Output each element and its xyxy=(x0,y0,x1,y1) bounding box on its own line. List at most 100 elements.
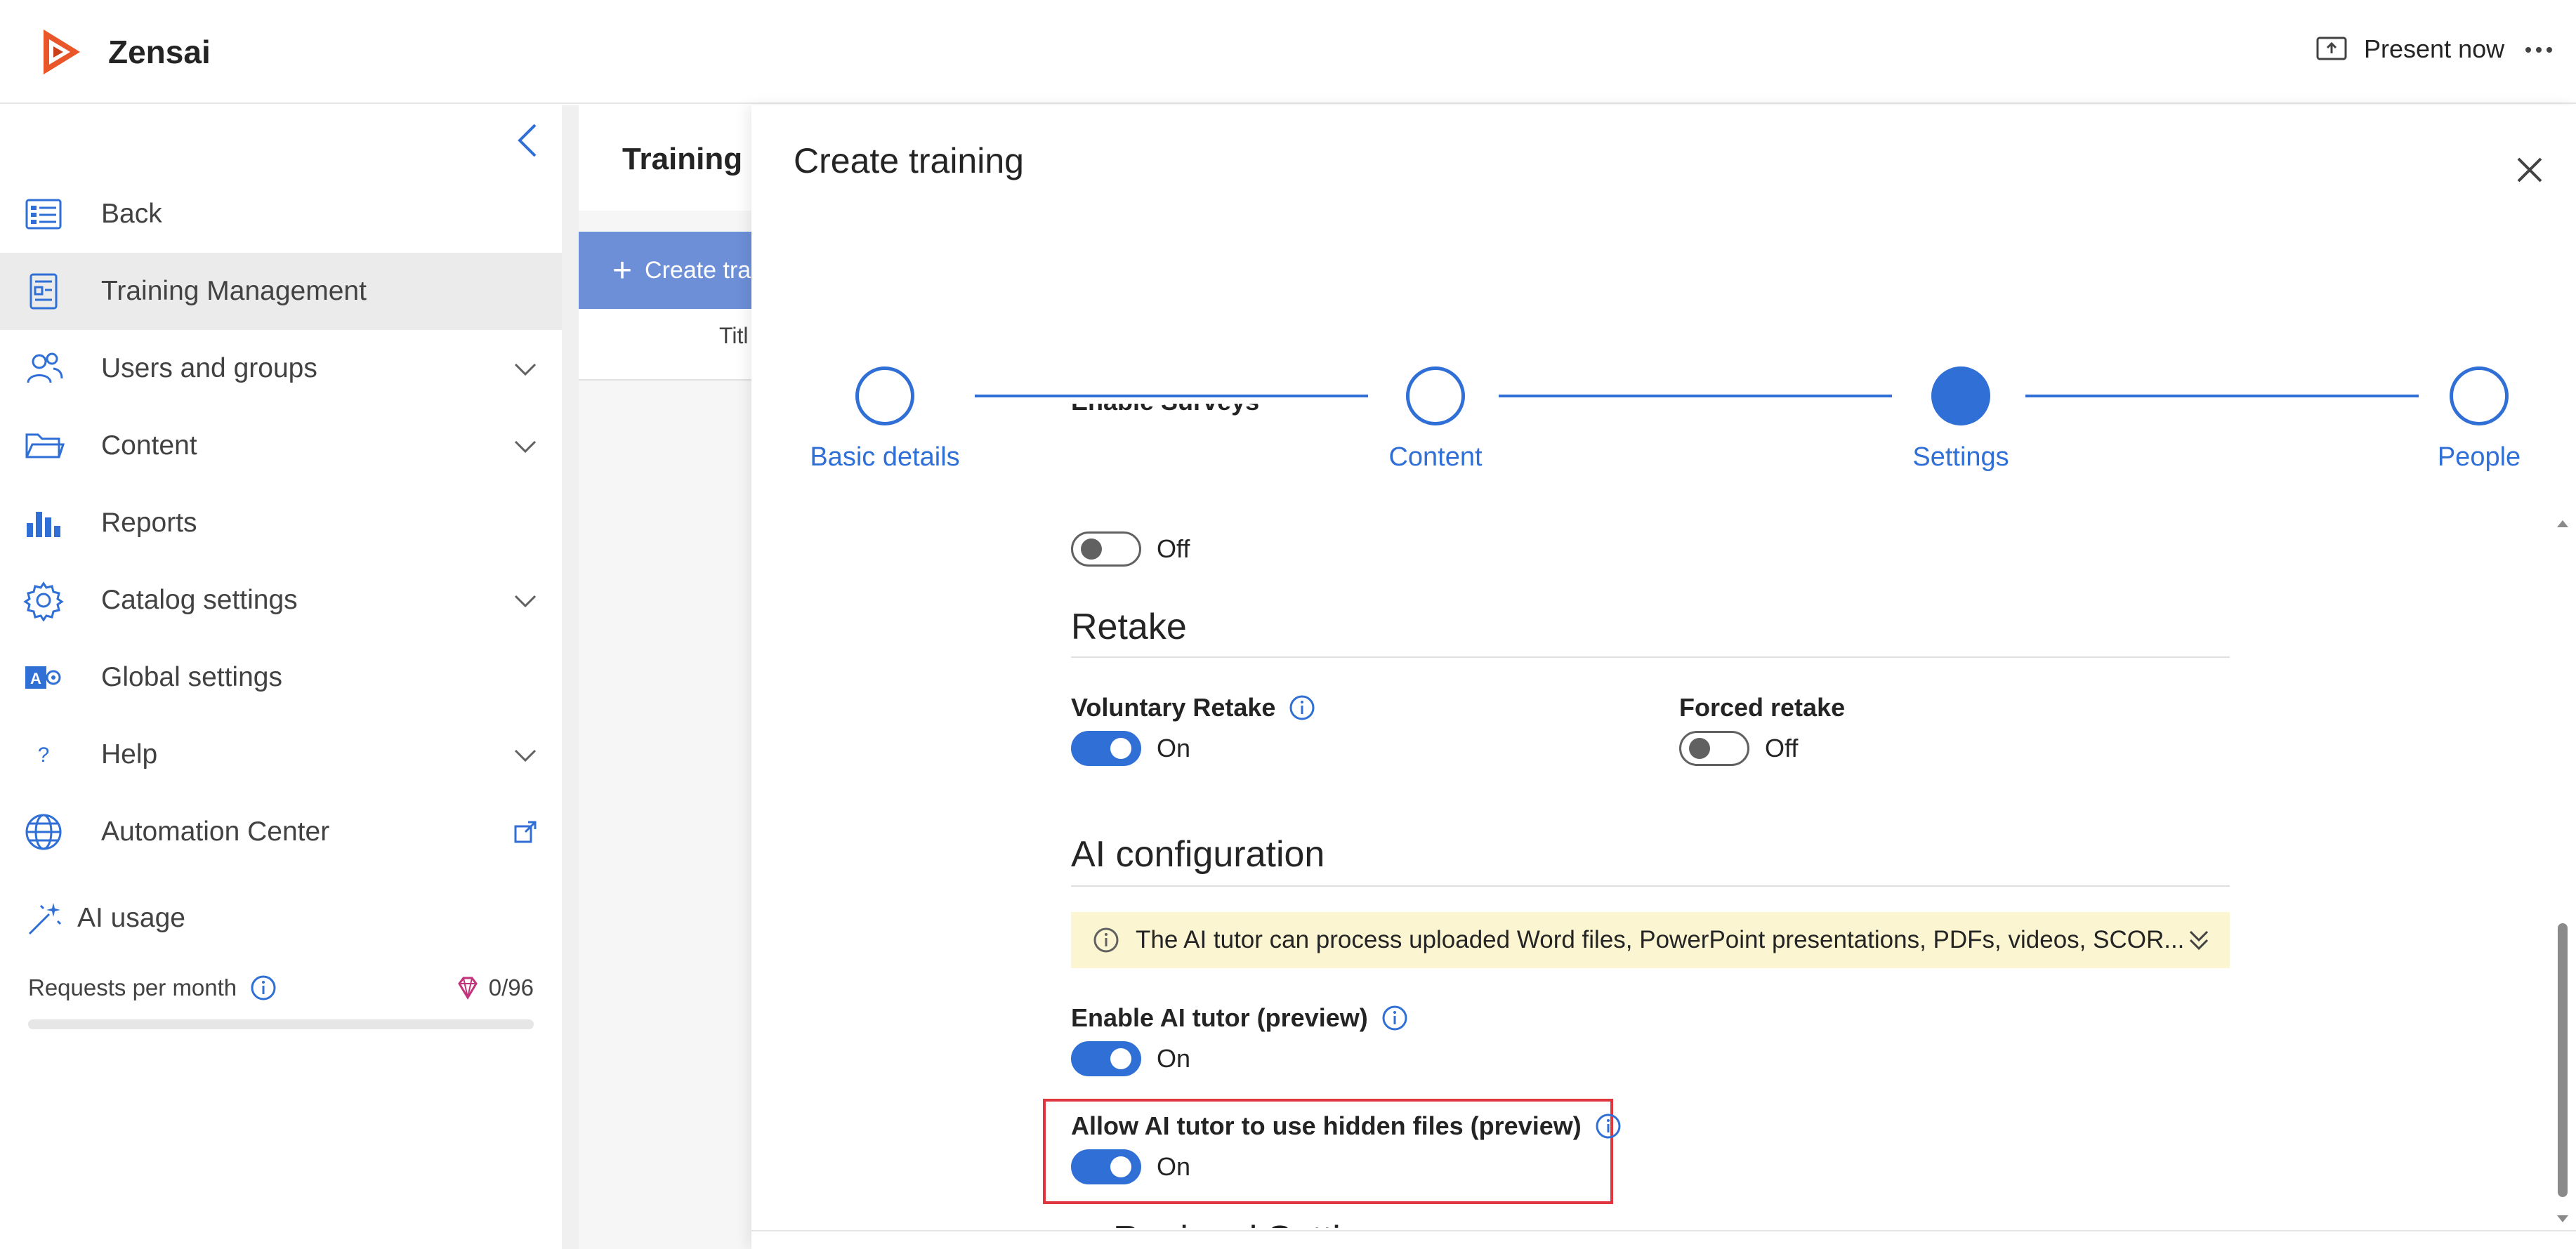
sidebar-item-label: Users and groups xyxy=(101,353,317,383)
sidebar-item-label: Global settings xyxy=(101,662,282,692)
forced-retake-toggle-row: Off xyxy=(1679,731,1798,766)
present-now-label: Present now xyxy=(2364,34,2505,63)
sidebar-item-label: Reports xyxy=(101,508,197,538)
hidden-files-toggle[interactable] xyxy=(1071,1149,1141,1184)
sidebar-item-help[interactable]: ? Help xyxy=(0,716,562,793)
present-now-button[interactable]: Present now xyxy=(2315,32,2504,66)
collapse-sidebar-icon[interactable] xyxy=(510,119,546,161)
chevron-down-icon[interactable] xyxy=(511,355,539,383)
enable-ai-tutor-toggle[interactable] xyxy=(1071,1041,1141,1076)
sidebar-item-label: Content xyxy=(101,430,197,461)
sidebar-item-label: Catalog settings xyxy=(101,585,298,615)
sidebar-item-label: Back xyxy=(101,199,162,229)
globe-icon xyxy=(25,814,62,850)
sidebar-item-label: Automation Center xyxy=(101,817,330,847)
sidebar: Back Training Management Users and group… xyxy=(0,105,562,1249)
enable-ai-tutor-toggle-row: On xyxy=(1071,1041,1190,1076)
scroll-down-icon[interactable] xyxy=(2555,1211,2570,1227)
sidebar-item-back[interactable]: Back xyxy=(0,176,562,253)
voluntary-retake-label-text: Voluntary Retake xyxy=(1071,693,1276,722)
double-chevron-down-icon[interactable] xyxy=(2185,926,2213,954)
info-icon[interactable] xyxy=(1381,1004,1409,1032)
settings-scroll-area: Enable Surveys Off Retake Voluntary Reta… xyxy=(751,404,2549,1228)
document-icon xyxy=(29,273,58,310)
forced-retake-label: Forced retake xyxy=(1679,693,1846,722)
step-connector xyxy=(2025,395,2419,397)
dialog-footer-divider xyxy=(751,1230,2576,1231)
divider xyxy=(579,379,751,381)
hidden-files-state: On xyxy=(1157,1152,1191,1181)
top-bar: Zensai Present now xyxy=(0,0,2576,104)
external-link-icon xyxy=(514,821,537,843)
regional-settings-expander[interactable]: Regional Settings xyxy=(1071,1218,1400,1228)
folder-icon xyxy=(25,433,65,458)
toggle-knob xyxy=(1110,1048,1131,1069)
vertical-scrollbar[interactable] xyxy=(2549,404,2576,1228)
brand[interactable]: Zensai xyxy=(34,25,211,79)
sidebar-item-catalog-settings[interactable]: Catalog settings xyxy=(0,562,562,639)
present-icon xyxy=(2316,37,2347,60)
requests-label: Requests per month xyxy=(28,974,237,1000)
close-icon[interactable] xyxy=(2510,150,2549,190)
step-connector xyxy=(1499,395,1892,397)
enable-surveys-toggle[interactable] xyxy=(1071,531,1141,567)
stepper xyxy=(751,258,2576,371)
voluntary-retake-toggle-row: On xyxy=(1071,731,1190,766)
chevron-down-icon[interactable] xyxy=(511,586,539,614)
requests-value: 0/96 xyxy=(488,974,534,1000)
background-create-button[interactable]: + Create tra xyxy=(579,232,751,309)
sidebar-item-label: Training Management xyxy=(101,276,367,306)
ai-tutor-info-banner[interactable]: The AI tutor can process uploaded Word f… xyxy=(1071,912,2230,968)
info-icon[interactable] xyxy=(249,974,277,1002)
info-icon xyxy=(1093,927,1119,953)
background-page: Training I + Create tra Titl xyxy=(579,105,751,1249)
ai-usage-label: AI usage xyxy=(77,903,185,933)
chevron-down-icon[interactable] xyxy=(511,432,539,460)
dialog-title: Create training xyxy=(794,141,1024,180)
gem-icon xyxy=(457,977,478,1000)
enable-ai-tutor-label-text: Enable AI tutor (preview) xyxy=(1071,1003,1368,1032)
enable-surveys-state: Off xyxy=(1157,534,1190,563)
sidebar-divider xyxy=(562,105,579,1249)
scroll-up-icon[interactable] xyxy=(2555,516,2570,531)
voluntary-retake-toggle[interactable] xyxy=(1071,731,1141,766)
chevron-down-icon[interactable] xyxy=(511,741,539,769)
forced-retake-toggle[interactable] xyxy=(1679,731,1749,766)
sidebar-item-content[interactable]: Content xyxy=(0,407,562,484)
users-icon xyxy=(27,352,63,383)
divider xyxy=(1071,885,2230,887)
requests-progress-bar xyxy=(28,1019,534,1029)
info-icon[interactable] xyxy=(1594,1112,1622,1140)
sidebar-item-users-and-groups[interactable]: Users and groups xyxy=(0,330,562,407)
app-root: Zensai Present now Back Training Managem… xyxy=(0,0,2576,1249)
svg-text:?: ? xyxy=(38,744,50,767)
step-connector xyxy=(975,395,1368,397)
retake-section-title: Retake xyxy=(1071,607,1187,647)
enable-surveys-toggle-row: Off xyxy=(1071,531,1190,567)
info-icon[interactable] xyxy=(1288,694,1316,722)
sidebar-item-global-settings[interactable]: A Global settings xyxy=(0,639,562,716)
enable-ai-tutor-state: On xyxy=(1157,1044,1191,1073)
requests-count: 0/96 xyxy=(455,970,534,1005)
voluntary-retake-label: Voluntary Retake xyxy=(1071,693,1316,722)
divider xyxy=(1071,656,2230,658)
more-options-icon[interactable] xyxy=(2521,32,2556,67)
sidebar-item-reports[interactable]: Reports xyxy=(0,484,562,562)
create-training-dialog: Create training Basic details Content Se… xyxy=(751,105,2576,1249)
ai-tutor-banner-text: The AI tutor can process uploaded Word f… xyxy=(1136,926,2185,953)
bar-chart-icon xyxy=(27,512,60,537)
sidebar-item-training-management[interactable]: Training Management xyxy=(0,253,562,330)
requests-row: Requests per month 0/96 xyxy=(28,970,534,1005)
hidden-files-label: Allow AI tutor to use hidden files (prev… xyxy=(1071,1111,1622,1141)
forced-retake-state: Off xyxy=(1765,734,1799,762)
sidebar-item-label: Help xyxy=(101,739,158,769)
hidden-files-label-text: Allow AI tutor to use hidden files (prev… xyxy=(1071,1111,1582,1140)
zensai-logo-icon xyxy=(44,29,80,74)
svg-text:A: A xyxy=(30,670,41,687)
plus-icon: + xyxy=(612,251,633,289)
scrollbar-thumb[interactable] xyxy=(2558,923,2568,1197)
sidebar-item-automation-center[interactable]: Automation Center xyxy=(0,793,562,871)
magic-wand-icon xyxy=(28,903,62,935)
enable-ai-tutor-label: Enable AI tutor (preview) xyxy=(1071,1003,1409,1033)
background-column-header: Titl xyxy=(719,323,749,348)
